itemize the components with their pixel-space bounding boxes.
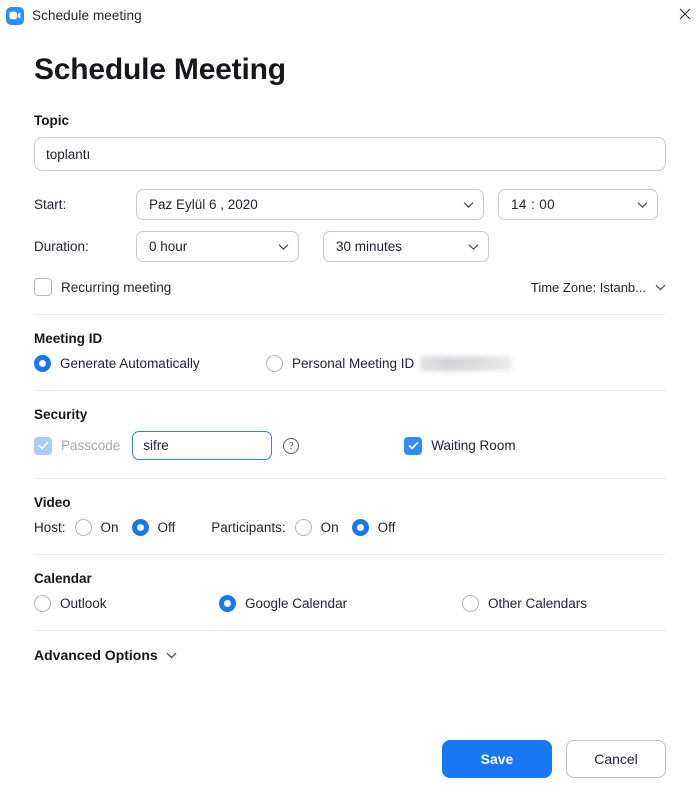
advanced-options-toggle[interactable]: Advanced Options (34, 647, 666, 663)
page-title: Schedule Meeting (34, 53, 286, 86)
start-date-value: Paz Eylül 6 , 2020 (149, 197, 258, 212)
waiting-room-label: Waiting Room (431, 438, 516, 453)
video-participants-off-label: Off (377, 520, 396, 535)
dialog-footer: Save Cancel (442, 740, 666, 778)
waiting-room-checkbox[interactable]: Waiting Room (404, 436, 516, 455)
duration-hour-value: 0 hour (149, 239, 188, 254)
video-host-on-radio[interactable]: On (74, 519, 119, 536)
calendar-section-label: Calendar (34, 571, 92, 586)
calendar-google-label: Google Calendar (245, 596, 348, 611)
video-participants-on-label: On (320, 520, 339, 535)
chevron-down-icon (166, 652, 177, 659)
window-title: Schedule meeting (32, 8, 142, 23)
save-button[interactable]: Save (442, 740, 552, 778)
radio-button (34, 595, 51, 612)
meeting-id-personal-radio[interactable]: Personal Meeting ID (266, 355, 513, 372)
passcode-label: Passcode (61, 438, 121, 453)
advanced-options-label: Advanced Options (34, 647, 158, 663)
duration-minute-select[interactable]: 30 minutes (323, 231, 489, 262)
start-date-select[interactable]: Paz Eylül 6 , 2020 (136, 189, 484, 220)
topic-input[interactable] (34, 137, 666, 171)
passcode-input[interactable] (132, 431, 273, 460)
schedule-meeting-form: Schedule Meeting Topic Start: Paz Eylül … (0, 53, 700, 663)
security-section-label: Security (34, 407, 88, 422)
calendar-other-radio[interactable]: Other Calendars (462, 595, 587, 612)
video-participants-on-radio[interactable]: On (294, 519, 339, 536)
duration-label: Duration: (34, 239, 89, 254)
video-host-off-radio[interactable]: Off (131, 519, 176, 536)
chevron-down-icon (655, 284, 666, 291)
divider (34, 630, 666, 631)
radio-button (74, 519, 92, 536)
chevron-down-icon (463, 201, 474, 208)
zoom-camera-icon (6, 6, 24, 25)
start-label: Start: (34, 197, 67, 212)
divider (34, 314, 666, 315)
checkbox-box (34, 278, 52, 296)
close-icon[interactable] (670, 0, 700, 28)
window-titlebar: Schedule meeting (0, 0, 700, 31)
divider (34, 478, 666, 479)
radio-button (34, 355, 51, 372)
meeting-id-personal-label: Personal Meeting ID (292, 356, 415, 371)
duration-minute-value: 30 minutes (336, 239, 403, 254)
divider (34, 390, 666, 391)
meeting-id-section-label: Meeting ID (34, 331, 103, 346)
calendar-outlook-radio[interactable]: Outlook (34, 595, 219, 612)
calendar-outlook-label: Outlook (60, 596, 107, 611)
question-mark-icon[interactable]: ? (283, 437, 300, 454)
checkbox-box (34, 436, 52, 455)
video-host-off-label: Off (157, 520, 176, 535)
radio-button (219, 595, 236, 612)
video-participants-label: Participants: (211, 520, 286, 535)
chevron-down-icon (468, 243, 479, 250)
video-host-label: Host: (34, 520, 66, 535)
start-time-value: 14 : 00 (511, 197, 556, 212)
duration-hour-select[interactable]: 0 hour (136, 231, 299, 262)
calendar-google-radio[interactable]: Google Calendar (219, 595, 462, 612)
personal-meeting-id-redacted (420, 356, 513, 371)
divider (34, 554, 666, 555)
timezone-select[interactable]: Time Zone: Istanb... (531, 280, 666, 295)
video-host-on-label: On (100, 520, 119, 535)
chevron-down-icon (278, 243, 289, 250)
radio-button (462, 595, 479, 612)
chevron-down-icon (637, 201, 648, 208)
video-section-label: Video (34, 495, 71, 510)
calendar-other-label: Other Calendars (488, 596, 588, 611)
start-time-select[interactable]: 14 : 00 (498, 189, 658, 220)
meeting-id-generate-label: Generate Automatically (60, 356, 200, 371)
recurring-meeting-checkbox[interactable]: Recurring meeting (34, 278, 171, 296)
radio-button (351, 519, 369, 536)
cancel-button[interactable]: Cancel (566, 740, 666, 778)
recurring-meeting-label: Recurring meeting (61, 279, 172, 295)
radio-button (131, 519, 149, 536)
radio-button (266, 355, 283, 372)
video-participants-off-radio[interactable]: Off (351, 519, 396, 536)
meeting-id-generate-radio[interactable]: Generate Automatically (34, 355, 266, 372)
passcode-checkbox[interactable]: Passcode (34, 436, 121, 455)
checkbox-box (404, 436, 423, 455)
topic-label: Topic (34, 113, 69, 128)
timezone-label: Time Zone: Istanb... (530, 279, 646, 295)
radio-button (294, 519, 312, 536)
